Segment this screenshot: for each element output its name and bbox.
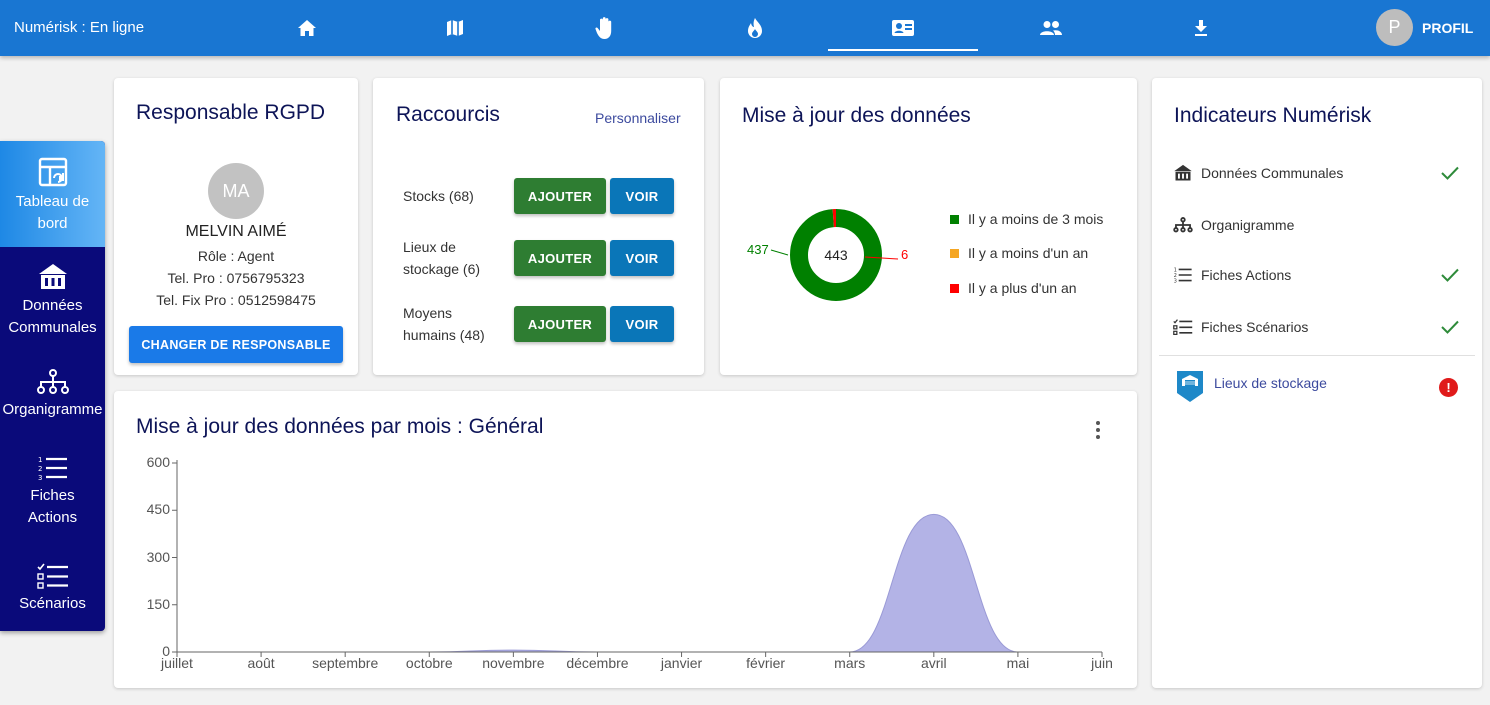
x-tick-label: mars [834, 655, 866, 671]
x-tick-label: mai [1006, 655, 1030, 671]
y-tick-label: 150 [146, 595, 170, 612]
x-tick-label: janvier [660, 655, 703, 671]
x-tick-label: avril [920, 655, 947, 671]
area-marks [177, 513, 1102, 653]
area-series [177, 514, 1102, 652]
y-tick-label: 600 [146, 454, 170, 470]
x-tick-label: septembre [312, 655, 379, 671]
x-tick-label: décembre [566, 655, 629, 671]
x-tick-label: octobre [405, 655, 453, 671]
monthly-area-chart [172, 460, 1103, 657]
x-tick-label: février [746, 655, 786, 671]
x-tick-label: juin [1091, 655, 1113, 671]
x-tick-label: août [247, 655, 275, 671]
x-tick-label: juillet [161, 655, 193, 671]
y-ticks [172, 462, 177, 653]
x-tick-label: novembre [482, 655, 545, 671]
y-tick-label: 300 [146, 548, 170, 565]
y-tick-label: 450 [146, 501, 170, 518]
